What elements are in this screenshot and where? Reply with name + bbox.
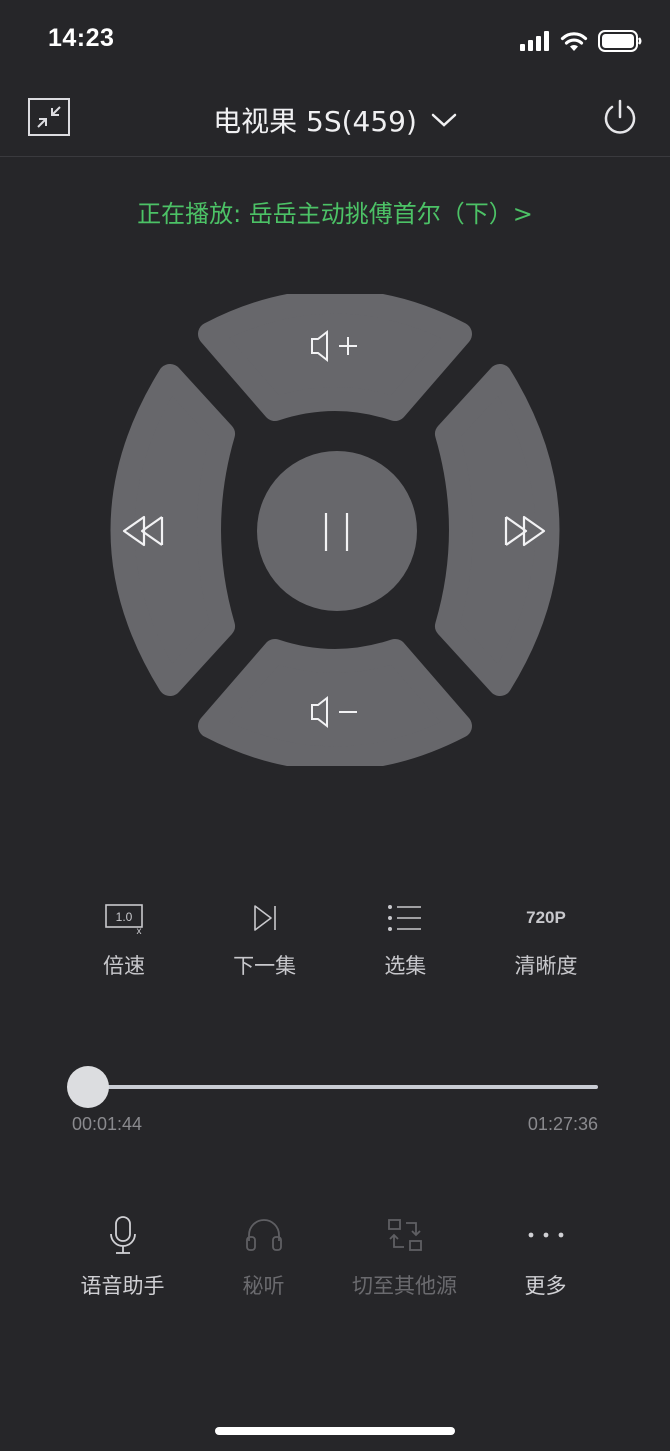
volume-up-button[interactable] bbox=[198, 289, 472, 421]
volume-down-button[interactable] bbox=[198, 639, 472, 771]
power-icon bbox=[604, 99, 636, 134]
next-episode-icon bbox=[253, 905, 276, 931]
status-icons bbox=[520, 28, 642, 54]
device-name: 电视果 5S(459) bbox=[213, 105, 417, 138]
resolution-label: 清晰度 bbox=[514, 954, 578, 978]
quick-actions: 1.0 x 倍速 下一集 选集 720P 清晰度 bbox=[54, 896, 616, 980]
speed-label: 倍速 bbox=[103, 954, 145, 978]
remote-control-pad bbox=[100, 289, 570, 771]
voice-assistant-button[interactable]: 语音助手 bbox=[52, 1212, 193, 1300]
episode-list-icon bbox=[388, 905, 422, 931]
tools-row: 语音助手 秘听 切至其他源 更多 bbox=[52, 1212, 616, 1300]
more-label: 更多 bbox=[524, 1274, 567, 1298]
episode-list-button[interactable]: 选集 bbox=[335, 896, 475, 980]
private-listen-button[interactable]: 秘听 bbox=[193, 1212, 334, 1300]
power-button[interactable] bbox=[600, 98, 640, 138]
progress-track[interactable] bbox=[88, 1085, 598, 1089]
resolution-button[interactable]: 720P 清晰度 bbox=[476, 896, 616, 980]
switch-source-button[interactable]: 切至其他源 bbox=[334, 1212, 475, 1300]
battery-icon bbox=[598, 30, 642, 52]
private-listen-label: 秘听 bbox=[242, 1274, 285, 1298]
status-time: 14:23 bbox=[48, 24, 115, 52]
microphone-icon bbox=[109, 1216, 136, 1254]
more-button[interactable]: 更多 bbox=[475, 1212, 616, 1300]
headphones-icon bbox=[245, 1219, 282, 1251]
speed-icon-value: 1.0 bbox=[116, 910, 133, 924]
speed-icon: 1.0 x bbox=[105, 904, 143, 935]
speed-button[interactable]: 1.0 x 倍速 bbox=[54, 896, 194, 980]
home-indicator[interactable] bbox=[215, 1427, 455, 1435]
voice-assistant-label: 语音助手 bbox=[80, 1274, 165, 1298]
header-divider bbox=[0, 156, 670, 157]
pause-button[interactable] bbox=[257, 451, 417, 611]
fast-forward-button[interactable] bbox=[435, 364, 560, 696]
episode-list-label: 选集 bbox=[384, 954, 427, 978]
next-episode-label: 下一集 bbox=[233, 954, 297, 978]
current-time: 00:01:44 bbox=[72, 1114, 143, 1134]
device-selector[interactable]: 电视果 5S(459) bbox=[0, 100, 670, 140]
now-playing-link[interactable]: 正在播放: 岳岳主动挑傅首尔（下）> bbox=[0, 194, 670, 229]
cellular-signal-icon bbox=[520, 31, 549, 51]
next-episode-button[interactable]: 下一集 bbox=[195, 896, 335, 980]
switch-source-label: 切至其他源 bbox=[352, 1274, 457, 1298]
more-dots-icon bbox=[528, 1232, 563, 1238]
speed-icon-unit: x bbox=[137, 926, 142, 935]
resolution-icon: 720P bbox=[526, 908, 566, 927]
progress-thumb[interactable] bbox=[67, 1066, 109, 1108]
rewind-button[interactable] bbox=[110, 364, 235, 696]
chevron-down-icon bbox=[431, 113, 457, 127]
total-time: 01:27:36 bbox=[527, 1114, 598, 1134]
wifi-icon bbox=[560, 32, 588, 51]
switch-source-icon bbox=[387, 1219, 422, 1251]
